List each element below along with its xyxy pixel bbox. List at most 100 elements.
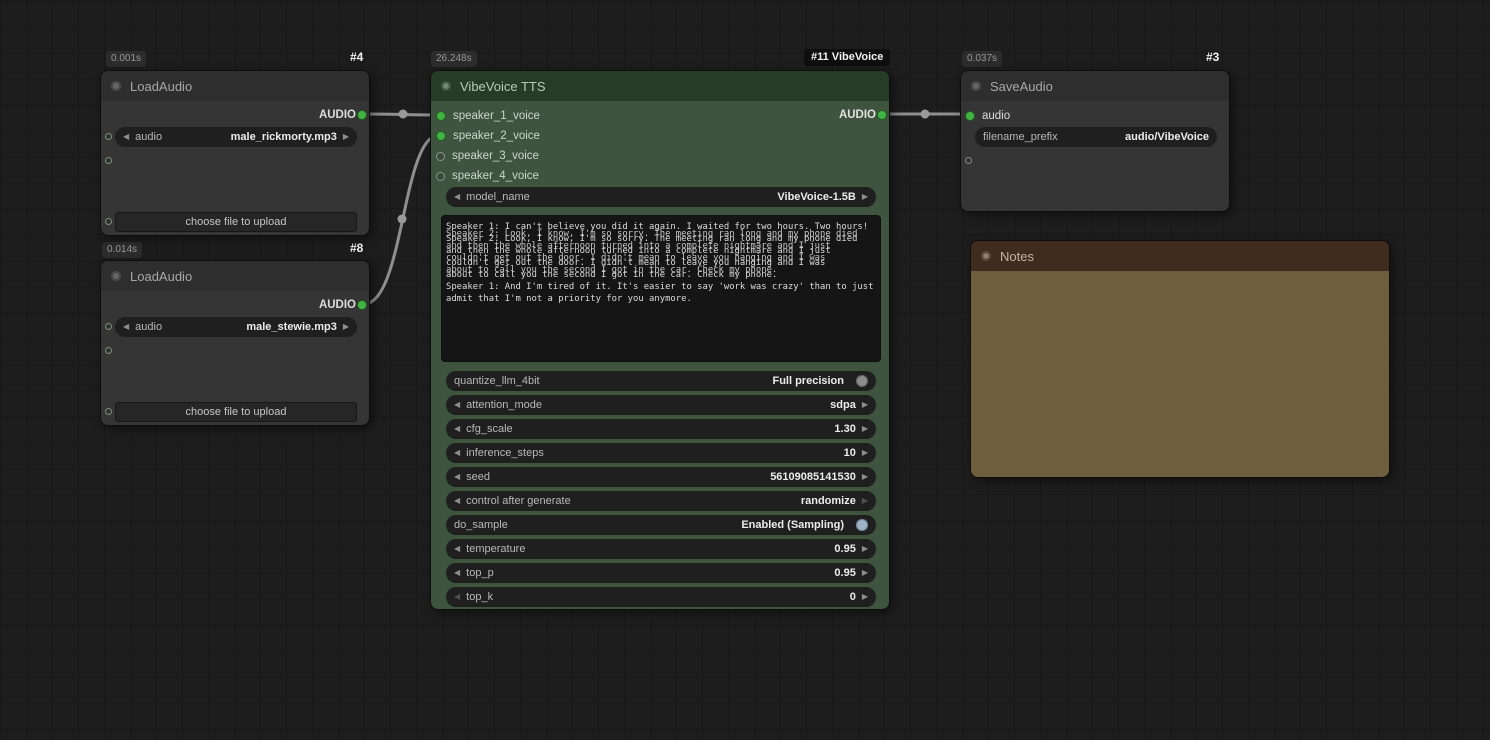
increment-arrow-icon[interactable]: ▶ xyxy=(862,569,868,577)
node-title: SaveAudio xyxy=(990,79,1053,94)
widget-label: temperature xyxy=(466,543,525,555)
decrement-arrow-icon[interactable]: ◀ xyxy=(454,401,460,409)
link-midpoint-dot[interactable] xyxy=(921,110,930,119)
widget-value: 0 xyxy=(850,591,856,603)
input-speaker-1-voice: speaker_1_voice xyxy=(436,106,540,126)
link-loadaudio8-to-speaker2[interactable] xyxy=(364,135,439,304)
decrement-arrow-icon[interactable]: ◀ xyxy=(454,449,460,457)
widget-temperature[interactable]: ◀ temperature 0.95 ▶ xyxy=(446,539,876,559)
widget-value: 0.95 xyxy=(834,567,855,579)
widget-value: Enabled (Sampling) xyxy=(741,519,844,531)
widget-top-k[interactable]: ◀ top_k 0 ▶ xyxy=(446,587,876,607)
widget-top-p[interactable]: ◀ top_p 0.95 ▶ xyxy=(446,563,876,583)
widget-label: seed xyxy=(466,471,490,483)
widget-seed[interactable]: ◀ seed 56109085141530 ▶ xyxy=(446,467,876,487)
widget-audio[interactable]: ◀ audio male_rickmorty.mp3 ▶ xyxy=(115,127,357,147)
link-loadaudio4-to-speaker1[interactable] xyxy=(364,114,439,115)
increment-arrow-icon[interactable]: ▶ xyxy=(862,425,868,433)
increment-arrow-icon[interactable]: ▶ xyxy=(862,193,868,201)
node-notes[interactable]: Notes xyxy=(970,240,1390,478)
choose-file-button[interactable]: choose file to upload xyxy=(115,212,357,232)
notes-body[interactable] xyxy=(971,271,1389,477)
decrement-arrow-icon[interactable]: ◀ xyxy=(454,497,460,505)
decrement-arrow-icon[interactable]: ◀ xyxy=(454,545,460,553)
widget-control-after-generate[interactable]: ◀ control after generate randomize ▶ xyxy=(446,491,876,511)
widget-value: 56109085141530 xyxy=(770,471,856,483)
input-socket-audio[interactable] xyxy=(965,111,975,121)
link-midpoint-dot[interactable] xyxy=(399,110,408,119)
decrement-arrow-icon[interactable]: ◀ xyxy=(123,323,129,331)
widget-do-sample[interactable]: do_sample Enabled (Sampling) xyxy=(446,515,876,535)
widget-input-socket[interactable] xyxy=(965,157,972,164)
increment-arrow-icon[interactable]: ▶ xyxy=(862,593,868,601)
widget-value: male_stewie.mp3 xyxy=(246,321,337,333)
widget-input-socket[interactable] xyxy=(105,133,112,140)
widget-value: audio/VibeVoice xyxy=(1125,131,1209,143)
input-label: speaker_4_voice xyxy=(452,170,539,182)
widget-quantize-llm-4bit[interactable]: quantize_llm_4bit Full precision xyxy=(446,371,876,391)
widget-label: inference_steps xyxy=(466,447,544,459)
node-vibevoice-tts-11[interactable]: VibeVoice TTS speaker_1_voice speaker_2_… xyxy=(430,70,890,610)
widget-filename-prefix[interactable]: filename_prefix audio/VibeVoice xyxy=(975,127,1217,147)
input-audio: audio xyxy=(965,106,1010,126)
node-titlebar[interactable]: SaveAudio xyxy=(961,71,1229,101)
input-socket-speaker-4[interactable] xyxy=(436,172,445,181)
widget-audio[interactable]: ◀ audio male_stewie.mp3 ▶ xyxy=(115,317,357,337)
input-socket-speaker-1[interactable] xyxy=(436,111,446,121)
script-textarea[interactable]: Speaker 1: I can't believe you did it ag… xyxy=(441,215,881,362)
widget-value: 0.95 xyxy=(834,543,855,555)
execution-time-badge: 0.001s xyxy=(106,51,146,67)
increment-arrow-icon[interactable]: ▶ xyxy=(343,133,349,141)
toggle-off-icon[interactable] xyxy=(856,375,868,387)
widget-model-name[interactable]: ◀ model_name VibeVoice-1.5B ▶ xyxy=(446,187,876,207)
node-titlebar[interactable]: LoadAudio xyxy=(101,71,369,101)
node-title: LoadAudio xyxy=(130,79,192,94)
decrement-arrow-icon[interactable]: ◀ xyxy=(123,133,129,141)
widget-inference-steps[interactable]: ◀ inference_steps 10 ▶ xyxy=(446,443,876,463)
decrement-arrow-icon[interactable]: ◀ xyxy=(454,569,460,577)
execution-time-badge: 26.248s xyxy=(431,51,477,67)
node-titlebar[interactable]: VibeVoice TTS xyxy=(431,71,889,101)
widget-input-socket[interactable] xyxy=(105,408,112,415)
decrement-arrow-icon[interactable]: ◀ xyxy=(454,593,460,601)
output-label-audio: AUDIO xyxy=(319,105,356,125)
choose-file-button[interactable]: choose file to upload xyxy=(115,402,357,422)
execution-time-badge: 0.037s xyxy=(962,51,1002,67)
node-titlebar[interactable]: Notes xyxy=(971,241,1389,271)
input-speaker-4-voice: speaker_4_voice xyxy=(436,166,539,186)
increment-arrow-icon[interactable]: ▶ xyxy=(862,401,868,409)
textarea-garbled-region: Speaker 2: Look, I know, I'm so sorry. T… xyxy=(446,233,876,281)
node-title: Notes xyxy=(1000,249,1034,264)
widget-cfg-scale[interactable]: ◀ cfg_scale 1.30 ▶ xyxy=(446,419,876,439)
widget-input-socket[interactable] xyxy=(105,347,112,354)
node-titlebar[interactable]: LoadAudio xyxy=(101,261,369,291)
widget-value: Full precision xyxy=(772,375,844,387)
canvas[interactable]: 0.001s #4 0.014s #8 26.248s #11 VibeVoic… xyxy=(0,0,1490,740)
node-loadaudio-8[interactable]: LoadAudio AUDIO ◀ audio male_stewie.mp3 … xyxy=(100,260,370,426)
textarea-line-overlap: Speaker 2: Look, I know, I'm so sorry. T… xyxy=(446,228,857,276)
node-loadaudio-4[interactable]: LoadAudio AUDIO ◀ audio male_rickmorty.m… xyxy=(100,70,370,236)
node-saveaudio-3[interactable]: SaveAudio audio filename_prefix audio/Vi… xyxy=(960,70,1230,212)
widget-label: top_p xyxy=(466,567,494,579)
output-socket-audio[interactable] xyxy=(357,300,367,310)
input-socket-speaker-2[interactable] xyxy=(436,131,446,141)
increment-arrow-icon[interactable]: ▶ xyxy=(862,473,868,481)
link-midpoint-dot[interactable] xyxy=(398,215,407,224)
increment-arrow-icon[interactable]: ▶ xyxy=(343,323,349,331)
widget-input-socket[interactable] xyxy=(105,218,112,225)
toggle-on-icon[interactable] xyxy=(856,519,868,531)
increment-arrow-icon[interactable]: ▶ xyxy=(862,497,868,505)
increment-arrow-icon[interactable]: ▶ xyxy=(862,545,868,553)
widget-input-socket[interactable] xyxy=(105,323,112,330)
decrement-arrow-icon[interactable]: ◀ xyxy=(454,425,460,433)
increment-arrow-icon[interactable]: ▶ xyxy=(862,449,868,457)
widget-attention-mode[interactable]: ◀ attention_mode sdpa ▶ xyxy=(446,395,876,415)
decrement-arrow-icon[interactable]: ◀ xyxy=(454,473,460,481)
output-socket-audio[interactable] xyxy=(877,110,887,120)
node-status-icon xyxy=(111,271,121,281)
output-socket-audio[interactable] xyxy=(357,110,367,120)
decrement-arrow-icon[interactable]: ◀ xyxy=(454,193,460,201)
input-socket-speaker-3[interactable] xyxy=(436,152,445,161)
widget-label: attention_mode xyxy=(466,399,542,411)
widget-input-socket[interactable] xyxy=(105,157,112,164)
